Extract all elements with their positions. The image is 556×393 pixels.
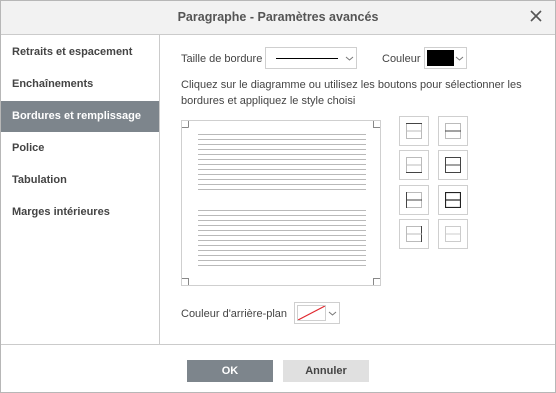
border-right-button[interactable] xyxy=(399,219,429,249)
border-top-bottom-icon xyxy=(445,157,461,173)
ok-button[interactable]: OK xyxy=(187,360,273,382)
background-color-picker[interactable] xyxy=(294,302,340,324)
corner-marker-bottom-left xyxy=(182,278,189,285)
corner-marker-top-left xyxy=(182,121,189,128)
border-inner-horizontal-button[interactable] xyxy=(438,116,468,146)
border-none-button[interactable] xyxy=(438,219,468,249)
border-bottom-button[interactable] xyxy=(399,150,429,180)
border-color-swatch xyxy=(427,50,454,66)
sidebar-item-borders-fill[interactable]: Bordures et remplissage xyxy=(1,101,159,132)
border-right-icon xyxy=(406,226,422,242)
no-color-icon xyxy=(298,306,325,320)
border-size-select[interactable] xyxy=(265,47,357,69)
border-color-label: Couleur xyxy=(382,53,421,65)
advanced-paragraph-dialog: Paragraphe - Paramètres avancés Retraits… xyxy=(0,0,556,393)
border-inner-horizontal-icon xyxy=(445,123,461,139)
border-left-button[interactable] xyxy=(399,185,429,215)
close-icon[interactable] xyxy=(527,7,545,25)
chevron-down-icon xyxy=(326,303,339,323)
sidebar-item-tabs[interactable]: Tabulation xyxy=(1,165,159,196)
border-size-label: Taille de bordure xyxy=(181,53,263,65)
border-color-picker[interactable] xyxy=(424,47,467,69)
chevron-down-icon xyxy=(453,48,466,68)
no-color-swatch xyxy=(297,305,326,321)
border-top-button[interactable] xyxy=(399,116,429,146)
preview-paragraph-1 xyxy=(198,134,366,194)
sidebar-item-line-page-breaks[interactable]: Enchaînements xyxy=(1,69,159,100)
sidebar-item-text-padding[interactable]: Marges intérieures xyxy=(1,197,159,228)
dialog-title: Paragraphe - Paramètres avancés xyxy=(177,10,379,24)
border-left-icon xyxy=(406,192,422,208)
border-preview-diagram[interactable] xyxy=(181,120,381,286)
title-bar: Paragraphe - Paramètres avancés xyxy=(1,1,555,35)
border-none-icon xyxy=(445,226,461,242)
corner-marker-bottom-right xyxy=(373,278,380,285)
chevron-down-icon xyxy=(343,48,356,68)
cancel-button[interactable]: Annuler xyxy=(283,360,369,382)
border-top-bottom-button[interactable] xyxy=(438,150,468,180)
preview-paragraph-2 xyxy=(198,210,366,270)
sidebar: Retraits et espacement Enchaînements Bor… xyxy=(1,35,160,344)
border-instructions: Cliquez sur le diagramme ou utilisez les… xyxy=(181,79,522,107)
border-all-button[interactable] xyxy=(438,185,468,215)
sidebar-item-font[interactable]: Police xyxy=(1,133,159,164)
sidebar-item-indents-spacing[interactable]: Retraits et espacement xyxy=(1,37,159,68)
border-top-icon xyxy=(406,123,422,139)
corner-marker-top-right xyxy=(373,121,380,128)
dialog-footer: OK Annuler xyxy=(1,344,555,393)
border-all-icon xyxy=(445,192,461,208)
border-bottom-icon xyxy=(406,157,422,173)
border-size-preview-line xyxy=(276,58,338,59)
background-color-label: Couleur d'arrière-plan xyxy=(181,308,288,320)
